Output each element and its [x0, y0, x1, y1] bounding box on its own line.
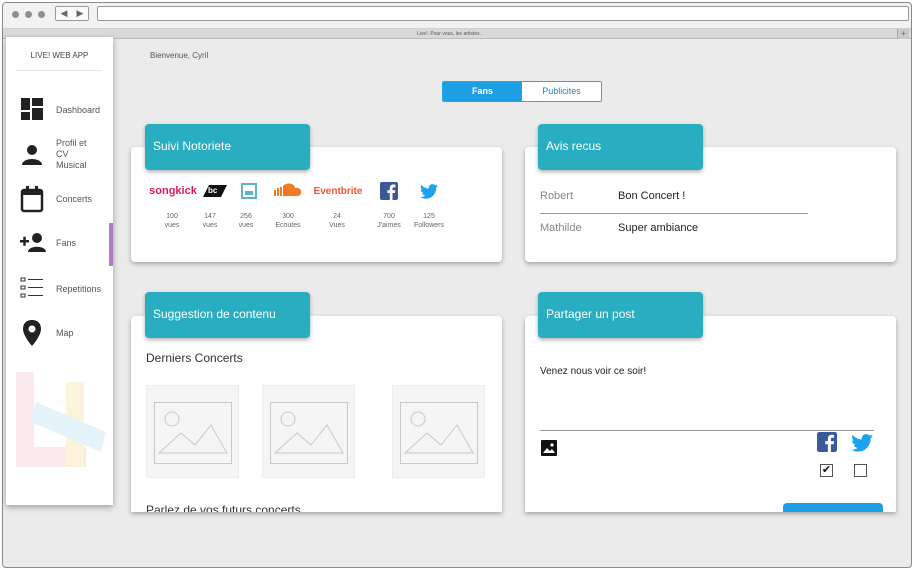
sidebar-item-label: Profil et CV Musical	[56, 138, 87, 171]
future-concerts-heading: Parlez de vos futurs concerts	[146, 503, 301, 512]
image-attach-icon[interactable]	[541, 440, 557, 456]
suggestion-card-title: Suggestion de contenu	[145, 292, 310, 338]
review-text: Super ambiance	[618, 222, 699, 234]
active-item-indicator	[109, 223, 113, 266]
forward-arrow-icon[interactable]: ▶	[77, 8, 84, 19]
twitter-share-icon[interactable]	[851, 434, 873, 452]
eventbrite-logo: Eventbrite	[313, 185, 363, 197]
checklist-icon	[20, 277, 43, 298]
facebook-icon	[377, 181, 401, 201]
sidebar-item-label: Fans	[56, 238, 77, 248]
concert-thumbnail[interactable]	[146, 385, 239, 478]
recent-concerts-heading: Derniers Concerts	[146, 351, 243, 365]
sidebar-item-label-line: Musical	[56, 160, 87, 170]
stat-soundcloud: 300 Ecoutes	[275, 213, 301, 229]
sidebar-item-label-line: Profil et	[56, 138, 87, 148]
stat-bandsintown: 256 vues	[238, 213, 254, 229]
review-divider	[540, 213, 808, 214]
concert-thumbnail[interactable]	[262, 385, 355, 478]
stat-eventbrite: 24 Vues	[329, 213, 345, 229]
map-pin-icon	[23, 320, 41, 346]
bandsintown-icon	[237, 181, 261, 201]
address-bar[interactable]	[97, 6, 909, 21]
soundcloud-icon	[271, 181, 305, 201]
window-maximize-dot[interactable]	[38, 11, 45, 18]
decorative-watermark	[16, 372, 106, 467]
reviews-card-title: Avis recus	[538, 124, 703, 170]
facebook-share-icon[interactable]	[817, 432, 837, 452]
welcome-greeting: Bienvenue, Cyril	[150, 51, 209, 60]
review-author: Robert	[540, 190, 574, 202]
sidebar-item-label: Repetitions	[56, 284, 102, 294]
sidebar: LIVE! WEB APP Dashboard Profil et CV Mus…	[6, 37, 113, 505]
sidebar-item-label-line: CV	[56, 149, 69, 159]
sidebar-item-profil[interactable]: Profil et CV Musical	[6, 135, 113, 179]
bandcamp-logo: bc	[201, 181, 229, 201]
sidebar-item-label: Map	[56, 328, 74, 338]
stat-twitter: 125 Followers	[414, 213, 444, 229]
toggle-publicites[interactable]: Publicites	[522, 82, 601, 101]
notoriety-card-title: Suivi Notoriete	[145, 124, 310, 170]
twitter-icon	[417, 181, 441, 201]
back-arrow-icon[interactable]: ◀	[61, 8, 68, 19]
window-minimize-dot[interactable]	[25, 11, 32, 18]
post-text-area[interactable]: Venez nous voir ce soir!	[540, 366, 646, 377]
review-text: Bon Concert !	[618, 190, 686, 202]
sidebar-item-fans[interactable]: Fans	[6, 227, 113, 267]
browser-toolbar: ◀ ▶	[3, 3, 911, 29]
twitter-share-checkbox[interactable]	[854, 464, 867, 477]
calendar-icon	[20, 186, 44, 213]
dashboard-icon	[21, 98, 43, 120]
post-divider	[540, 430, 874, 431]
image-placeholder-icon	[403, 411, 474, 454]
image-placeholder-icon	[273, 411, 344, 454]
window-close-dot[interactable]	[12, 11, 19, 18]
image-placeholder-icon	[157, 411, 228, 454]
review-author: Mathilde	[540, 222, 582, 234]
sidebar-item-concerts[interactable]: Concerts	[6, 183, 113, 223]
person-icon	[22, 145, 42, 165]
platform-logos: songkick bc Eventbrite	[131, 181, 502, 201]
facebook-share-checkbox[interactable]: ✔	[820, 464, 833, 477]
tab-title[interactable]: Live!. Pour vous, les artistes.	[3, 29, 895, 39]
add-person-icon	[20, 233, 46, 252]
sidebar-item-dashboard[interactable]: Dashboard	[6, 91, 113, 131]
sidebar-item-repetitions[interactable]: Repetitions	[6, 273, 113, 313]
songkick-logo: songkick	[149, 185, 197, 197]
brand-divider	[16, 70, 102, 71]
sidebar-item-map[interactable]: Map	[6, 318, 113, 358]
toggle-fans[interactable]: Fans	[443, 82, 522, 101]
new-tab-button[interactable]: +	[897, 29, 909, 39]
share-post-card-title: Partager un post	[538, 292, 703, 338]
view-toggle: Fans Publicites	[442, 81, 602, 102]
concert-thumbnail[interactable]	[392, 385, 485, 478]
browser-nav-buttons: ◀ ▶	[55, 6, 89, 21]
tab-strip: Live!. Pour vous, les artistes. +	[3, 29, 911, 39]
share-submit-button[interactable]	[783, 503, 883, 512]
suggestion-card: Derniers Concerts Parlez de vos futurs c…	[131, 316, 502, 512]
share-post-card: Venez nous voir ce soir! ✔	[525, 316, 896, 512]
sidebar-item-label: Concerts	[56, 194, 93, 204]
sidebar-item-label: Dashboard	[56, 105, 101, 115]
stat-facebook: 700 J'aimes	[377, 213, 401, 229]
app-brand: LIVE! WEB APP	[30, 51, 89, 60]
